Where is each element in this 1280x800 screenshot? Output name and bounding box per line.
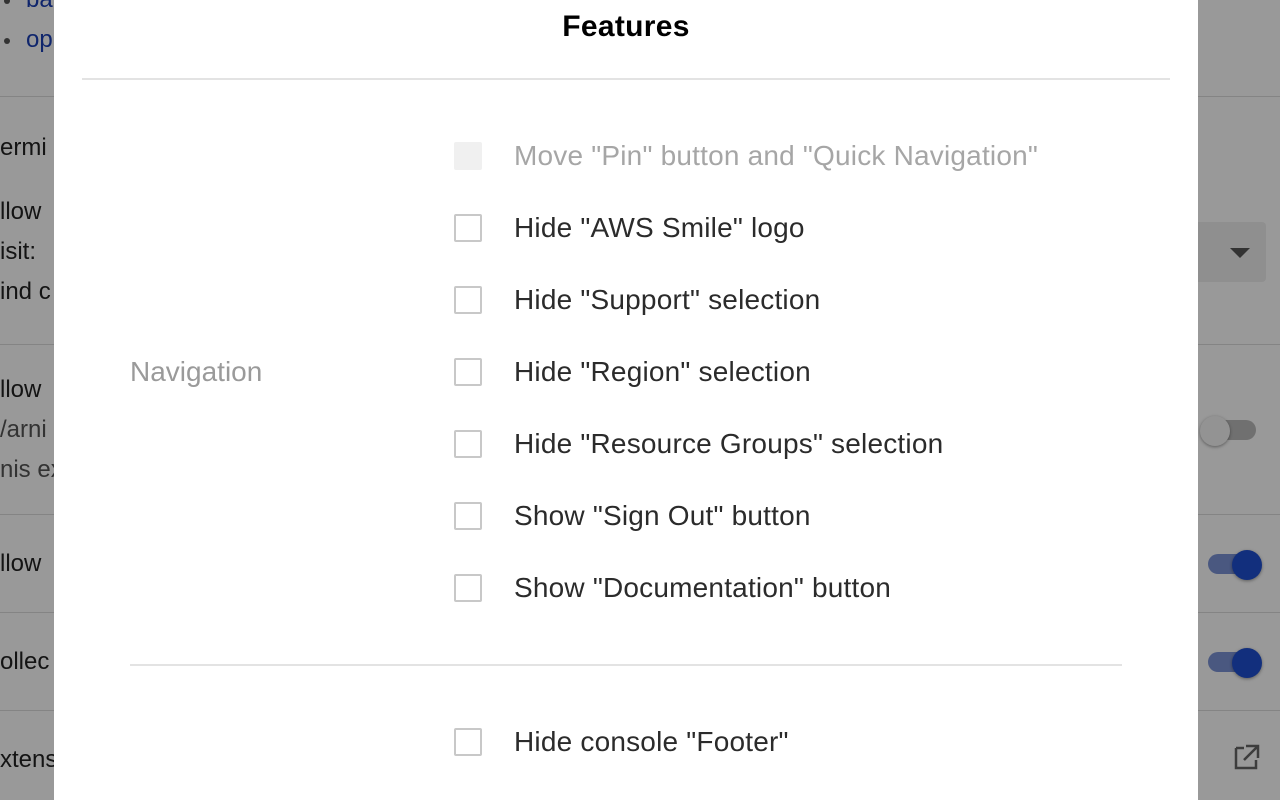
- section-label-navigation: Navigation: [130, 356, 263, 387]
- option-next-partial[interactable]: [454, 794, 482, 800]
- checkbox[interactable]: [454, 358, 482, 386]
- features-dialog: Features Navigation Move "Pin" button an…: [54, 0, 1198, 800]
- checkbox[interactable]: [454, 502, 482, 530]
- option-hide-region[interactable]: Hide "Region" selection: [454, 352, 811, 392]
- checkbox[interactable]: [454, 286, 482, 314]
- option-label: Move "Pin" button and "Quick Navigation": [514, 140, 1039, 171]
- option-label[interactable]: Show "Sign Out" button: [514, 500, 811, 532]
- title-divider: [82, 78, 1170, 80]
- option-show-sign-out[interactable]: Show "Sign Out" button: [454, 496, 811, 536]
- checkbox[interactable]: [454, 574, 482, 602]
- option-show-documentation[interactable]: Show "Documentation" button: [454, 568, 891, 608]
- option-label[interactable]: Hide "Support" selection: [514, 284, 820, 316]
- option-label[interactable]: Hide "Region" selection: [514, 356, 811, 388]
- option-hide-resource-groups[interactable]: Hide "Resource Groups" selection: [454, 424, 943, 464]
- option-label[interactable]: Show "Documentation" button: [514, 572, 891, 604]
- section-divider: [130, 664, 1122, 666]
- checkbox[interactable]: [454, 214, 482, 242]
- checkbox: [454, 142, 482, 170]
- option-hide-aws-smile[interactable]: Hide "AWS Smile" logo: [454, 208, 805, 248]
- option-label[interactable]: Hide "AWS Smile" logo: [514, 212, 805, 244]
- option-hide-support[interactable]: Hide "Support" selection: [454, 280, 820, 320]
- dialog-title: Features: [562, 10, 690, 43]
- checkbox[interactable]: [454, 728, 482, 756]
- checkbox[interactable]: [454, 430, 482, 458]
- option-hide-footer[interactable]: Hide console "Footer": [454, 722, 789, 762]
- option-label[interactable]: Hide "Resource Groups" selection: [514, 428, 943, 460]
- option-label[interactable]: Hide console "Footer": [514, 726, 789, 758]
- option-move-pin: Move "Pin" button and "Quick Navigation": [454, 136, 1038, 176]
